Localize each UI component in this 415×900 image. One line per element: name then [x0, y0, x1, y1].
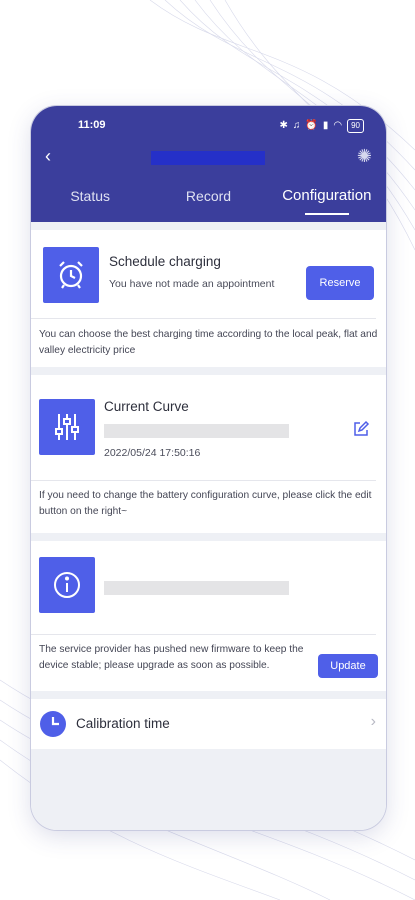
- schedule-note: You can choose the best charging time ac…: [39, 329, 378, 356]
- back-icon[interactable]: ‹: [45, 146, 51, 166]
- wifi-icon: ◠: [333, 120, 343, 131]
- redacted-title: [151, 151, 265, 165]
- calibration-label: Calibration time: [76, 716, 170, 731]
- curve-card: Current Curve 2022/05/24 17:50:16 If you…: [31, 375, 386, 533]
- alarm-icon: ⏰: [305, 120, 318, 131]
- curve-title: Current Curve: [104, 399, 189, 414]
- alarm-clock-icon: [43, 247, 99, 303]
- signal-icon: ▮: [322, 120, 329, 131]
- tab-record[interactable]: Record: [149, 186, 267, 218]
- divider: [31, 634, 376, 635]
- redacted-curve-name: [104, 424, 289, 438]
- update-button[interactable]: Update: [318, 654, 378, 678]
- battery-icon: 90: [347, 119, 364, 133]
- sliders-icon: [39, 399, 95, 455]
- bluetooth-icon: ✱: [279, 120, 288, 131]
- curve-note: If you need to change the battery config…: [39, 490, 372, 517]
- firmware-note: The service provider has pushed new firm…: [39, 644, 304, 671]
- divider: [31, 480, 376, 481]
- curve-date: 2022/05/24 17:50:16: [104, 447, 201, 459]
- schedule-card: Schedule charging You have not made an a…: [31, 230, 386, 367]
- info-icon: [39, 557, 95, 613]
- schedule-subtitle: You have not made an appointment: [109, 278, 275, 290]
- calibration-row[interactable]: Calibration time ›: [31, 699, 386, 749]
- clock-icon: [39, 710, 67, 738]
- app-header: 11:09 ✱ ♫ ⏰ ▮ ◠ 90 ‹ ✺ Status Record Con…: [31, 106, 386, 222]
- tab-status[interactable]: Status: [31, 186, 149, 218]
- redacted-firmware-version: [104, 581, 289, 595]
- phone-frame: 11:09 ✱ ♫ ⏰ ▮ ◠ 90 ‹ ✺ Status Record Con…: [31, 106, 386, 830]
- settings-icon[interactable]: ✺: [357, 146, 372, 166]
- content-area: Schedule charging You have not made an a…: [31, 222, 386, 830]
- status-bar: 11:09 ✱ ♫ ⏰ ▮ ◠ 90: [31, 118, 386, 134]
- schedule-title: Schedule charging: [109, 254, 221, 269]
- system-icons: ✱ ♫ ⏰ ▮ ◠ 90: [279, 119, 364, 133]
- edit-icon[interactable]: [351, 419, 371, 439]
- nav-bar: ‹ ✺: [31, 142, 386, 172]
- active-tab-indicator: [305, 213, 349, 215]
- status-time: 11:09: [78, 119, 106, 131]
- chevron-right-icon: ›: [370, 713, 376, 730]
- firmware-card: The service provider has pushed new firm…: [31, 541, 386, 691]
- reserve-button[interactable]: Reserve: [306, 266, 374, 300]
- bell-icon: ♫: [292, 120, 301, 131]
- divider: [31, 318, 376, 319]
